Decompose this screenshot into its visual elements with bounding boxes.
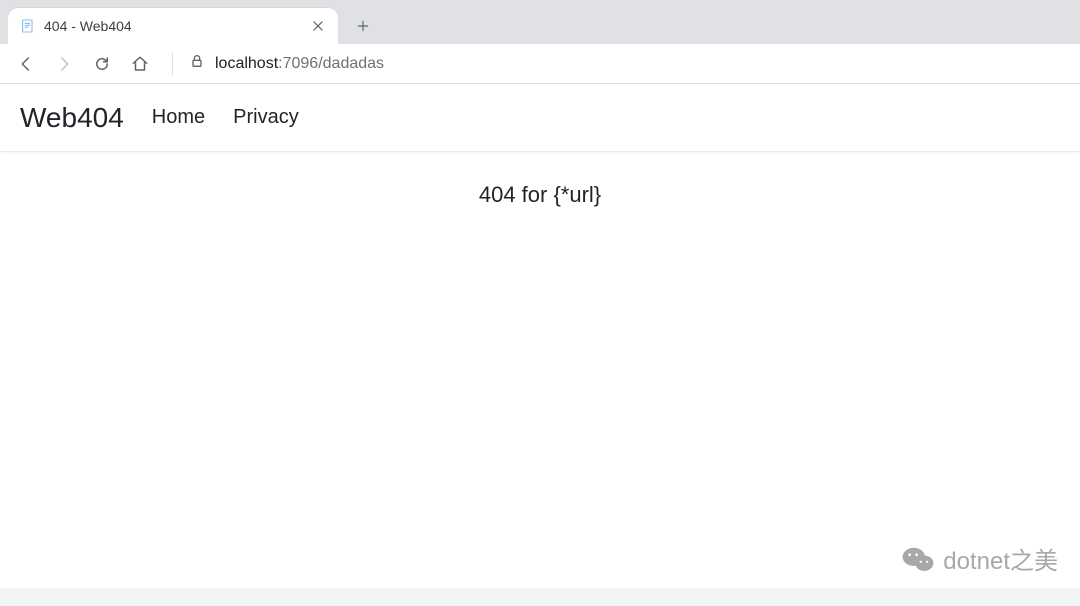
error-message: 404 for {*url} <box>0 182 1080 208</box>
lock-icon <box>189 53 205 74</box>
watermark-text: dotnet之美 <box>943 541 1058 576</box>
browser-tabstrip: 404 - Web404 <box>0 0 1080 44</box>
reload-button[interactable] <box>90 52 114 76</box>
address-host: localhost <box>215 55 278 72</box>
page-content: 404 for {*url} <box>0 152 1080 208</box>
address-path: :7096/dadadas <box>278 55 384 72</box>
forward-button[interactable] <box>52 52 76 76</box>
address-url: localhost:7096/dadadas <box>215 55 384 73</box>
browser-tab[interactable]: 404 - Web404 <box>8 8 338 44</box>
toolbar-separator <box>172 52 173 76</box>
page-icon <box>20 18 36 34</box>
page-body: Web404 Home Privacy 404 for {*url} dotne… <box>0 84 1080 588</box>
bottom-strip <box>0 588 1080 606</box>
back-button[interactable] <box>14 52 38 76</box>
new-tab-button[interactable] <box>348 11 378 41</box>
watermark: dotnet之美 <box>901 541 1058 576</box>
wechat-icon <box>901 545 935 573</box>
address-bar[interactable]: localhost:7096/dadadas <box>189 49 1066 79</box>
nav-link-home[interactable]: Home <box>152 106 205 129</box>
tab-title: 404 - Web404 <box>44 18 310 34</box>
home-button[interactable] <box>128 52 152 76</box>
browser-toolbar: localhost:7096/dadadas <box>0 44 1080 84</box>
nav-link-privacy[interactable]: Privacy <box>233 106 299 129</box>
brand[interactable]: Web404 <box>20 102 124 134</box>
close-icon[interactable] <box>310 18 326 34</box>
site-navbar: Web404 Home Privacy <box>0 84 1080 152</box>
